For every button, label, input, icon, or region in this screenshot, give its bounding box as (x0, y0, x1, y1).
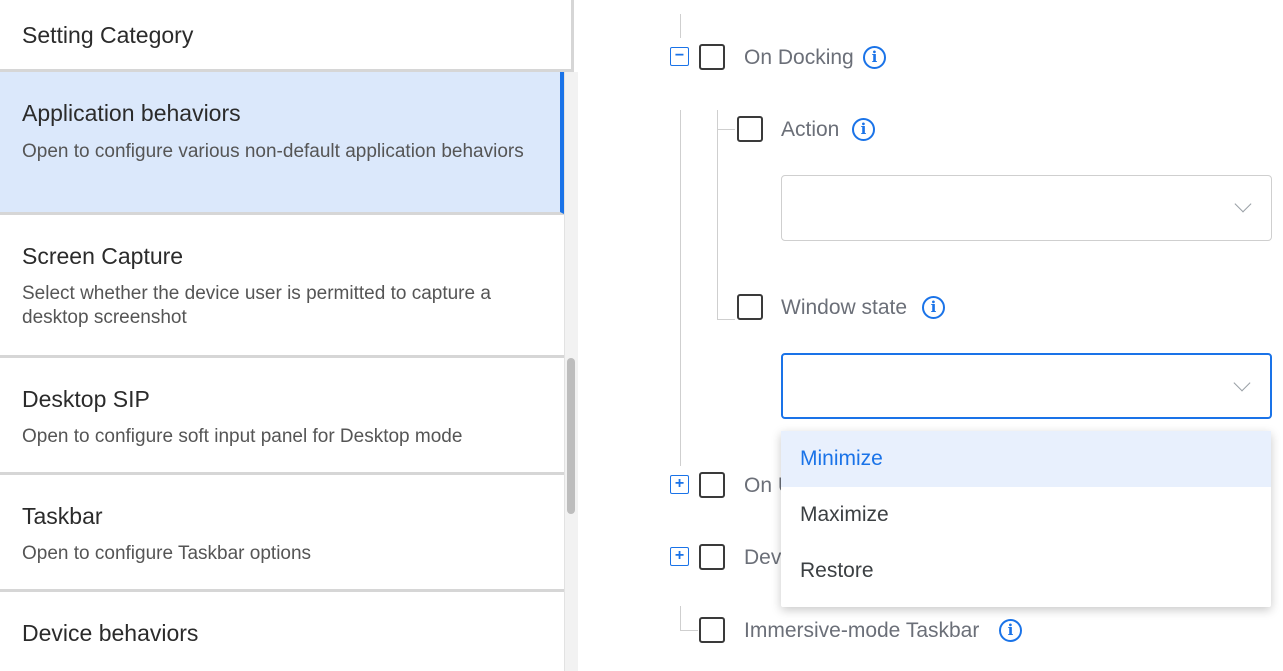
category-item-screen-capture[interactable]: Screen Capture Select whether the device… (0, 215, 566, 358)
category-item-title: Device behaviors (22, 620, 199, 646)
tree-line (680, 110, 681, 466)
setting-category-title: Setting Category (22, 22, 194, 48)
tree-line (717, 319, 735, 320)
chevron-down-icon (1234, 195, 1252, 213)
device-label: Dev (744, 546, 782, 569)
settings-tree-panel: − On Docking i Action i Window state i +… (578, 0, 1283, 671)
setting-category-panel: Setting Category Application behaviors O… (0, 0, 578, 671)
category-scrollbar-thumb[interactable] (567, 358, 575, 514)
info-icon[interactable]: i (852, 118, 875, 141)
category-item-title: Desktop SIP (22, 386, 150, 412)
device-checkbox[interactable] (699, 544, 725, 570)
window-state-select[interactable] (781, 353, 1272, 419)
category-scrollbar[interactable] (564, 72, 578, 671)
expand-on-undocking-button[interactable]: + (670, 475, 689, 494)
dropdown-option-minimize[interactable]: Minimize (781, 431, 1271, 487)
window-state-checkbox[interactable] (737, 294, 763, 320)
dropdown-option-maximize[interactable]: Maximize (781, 487, 1271, 543)
immersive-mode-taskbar-checkbox[interactable] (699, 617, 725, 643)
category-item-description: Open to configure Taskbar options (22, 543, 312, 564)
action-label: Action (781, 118, 840, 141)
category-item-title: Taskbar (22, 503, 103, 529)
category-item-title: Screen Capture (22, 243, 184, 269)
category-item-taskbar[interactable]: Taskbar Open to configure Taskbar option… (0, 475, 566, 592)
action-checkbox[interactable] (737, 116, 763, 142)
on-docking-checkbox[interactable] (699, 44, 725, 70)
category-item-title: Application behaviors (22, 100, 241, 126)
category-item-description: Open to configure various non-default ap… (22, 141, 524, 162)
info-icon[interactable]: i (999, 619, 1022, 642)
tree-line (680, 606, 681, 630)
category-item-application-behaviors[interactable]: Application behaviors Open to configure … (0, 72, 566, 215)
action-select[interactable] (781, 175, 1272, 241)
on-undocking-checkbox[interactable] (699, 472, 725, 498)
tree-line (717, 110, 718, 320)
category-item-description: Select whether the device user is permit… (22, 283, 491, 328)
category-item-desktop-sip[interactable]: Desktop SIP Open to configure soft input… (0, 358, 566, 475)
window-state-label: Window state (781, 296, 908, 319)
window-state-dropdown-menu: Minimize Maximize Restore (781, 431, 1271, 607)
on-docking-label: On Docking (744, 46, 854, 69)
category-item-description: Open to configure soft input panel for D… (22, 426, 463, 447)
tree-line (680, 630, 698, 631)
collapse-on-docking-button[interactable]: − (670, 47, 689, 66)
tree-line (680, 14, 681, 38)
setting-category-header: Setting Category (0, 0, 574, 72)
dropdown-option-restore[interactable]: Restore (781, 543, 1271, 599)
category-item-device-behaviors[interactable]: Device behaviors (0, 592, 566, 671)
immersive-mode-taskbar-label: Immersive-mode Taskbar (744, 619, 980, 642)
info-icon[interactable]: i (922, 296, 945, 319)
chevron-down-icon (1233, 374, 1251, 392)
expand-device-button[interactable]: + (670, 547, 689, 566)
tree-line (717, 129, 735, 130)
info-icon[interactable]: i (863, 46, 886, 69)
